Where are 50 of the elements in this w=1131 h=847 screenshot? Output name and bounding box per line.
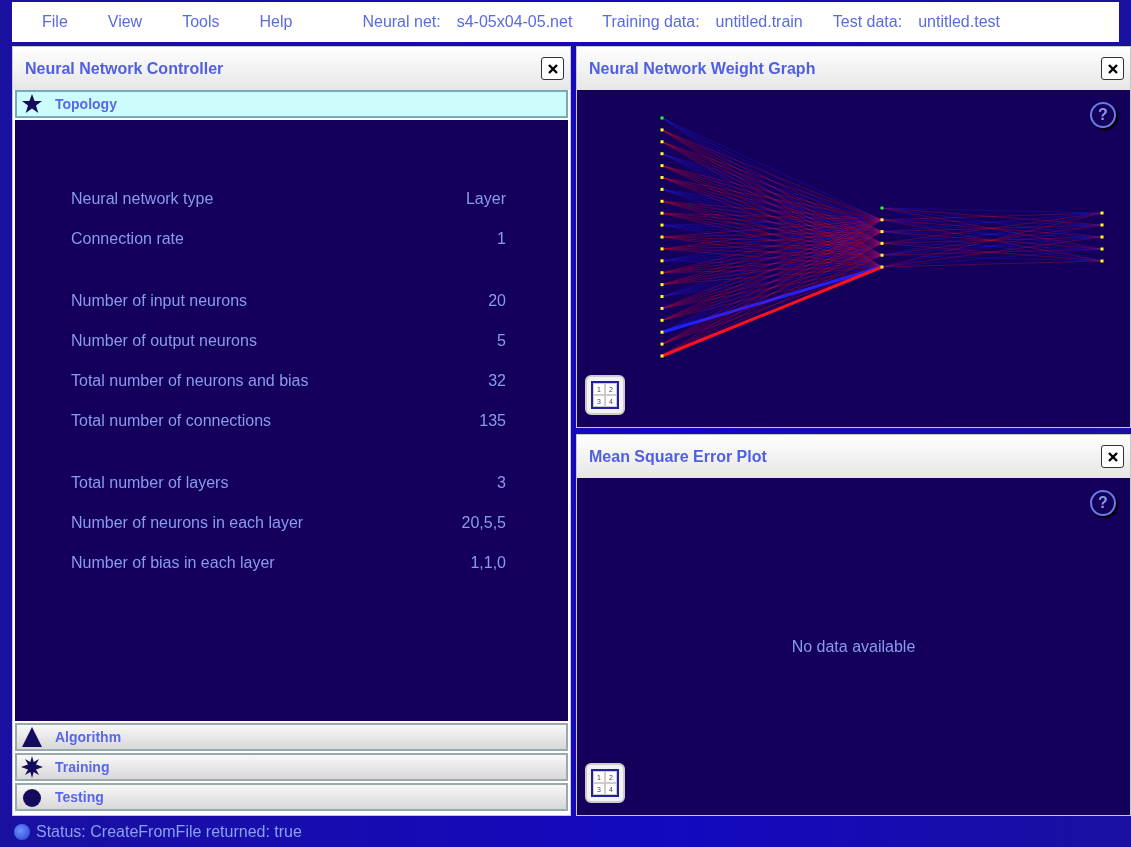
- circle-icon: [21, 786, 43, 808]
- close-button[interactable]: [1101, 57, 1124, 80]
- property-label: Total number of layers: [71, 474, 229, 492]
- file-info-label: Neural net:: [362, 13, 441, 31]
- property-label: Neural network type: [71, 190, 214, 208]
- property-value: 135: [479, 412, 506, 430]
- property-value: 5: [497, 332, 506, 350]
- menu-item[interactable]: Tools: [182, 13, 220, 31]
- help-button[interactable]: ?: [1090, 102, 1116, 128]
- close-icon: [1107, 451, 1118, 462]
- file-info-value: untitled.train: [715, 13, 803, 31]
- accordion-header[interactable]: Testing: [15, 783, 568, 811]
- property-value: 3: [497, 474, 506, 492]
- property-value: 1,1,0: [470, 554, 506, 572]
- property-label: Number of input neurons: [71, 292, 248, 310]
- close-button[interactable]: [1101, 445, 1124, 468]
- triangle-icon: [21, 726, 43, 748]
- panel-title: Mean Square Error Plot: [589, 447, 767, 466]
- property-value: 20,5,5: [461, 514, 506, 532]
- star-icon: [21, 93, 43, 115]
- accordion-header[interactable]: Topology: [15, 90, 568, 118]
- panel-title: Neural Network Weight Graph: [589, 59, 816, 78]
- property-value: Layer: [465, 190, 506, 208]
- accordion-header[interactable]: Algorithm: [15, 723, 568, 751]
- property-label: Total number of neurons and bias: [71, 372, 309, 390]
- accordion-header[interactable]: Training: [15, 753, 568, 781]
- starburst-icon: [21, 756, 43, 778]
- property-label: Number of neurons in each layer: [71, 514, 304, 532]
- panel-title: Neural Network Controller: [25, 59, 224, 78]
- property-value: 32: [488, 372, 506, 390]
- menu-item[interactable]: View: [107, 13, 143, 31]
- help-button[interactable]: ?: [1090, 490, 1116, 516]
- menu-item[interactable]: File: [42, 13, 68, 31]
- property-value: 20: [488, 292, 506, 310]
- file-info-value: s4-05x04-05.net: [456, 13, 573, 31]
- property-label: Total number of connections: [71, 412, 272, 430]
- file-info-label: Training data:: [602, 13, 700, 31]
- property-label: Number of output neurons: [71, 332, 257, 350]
- close-icon: [547, 63, 558, 74]
- property-label: Number of bias in each layer: [71, 554, 275, 572]
- status-text: Status: CreateFromFile returned: true: [36, 823, 302, 841]
- property-value: 1: [497, 230, 506, 248]
- menu-item[interactable]: Help: [259, 13, 293, 31]
- close-icon: [1107, 63, 1118, 74]
- empty-message: No data available: [791, 637, 916, 656]
- status-icon: [14, 824, 30, 840]
- close-button[interactable]: [541, 57, 564, 80]
- property-label: Connection rate: [71, 230, 184, 248]
- file-info-value: untitled.test: [918, 13, 1000, 31]
- file-info-label: Test data:: [832, 13, 903, 31]
